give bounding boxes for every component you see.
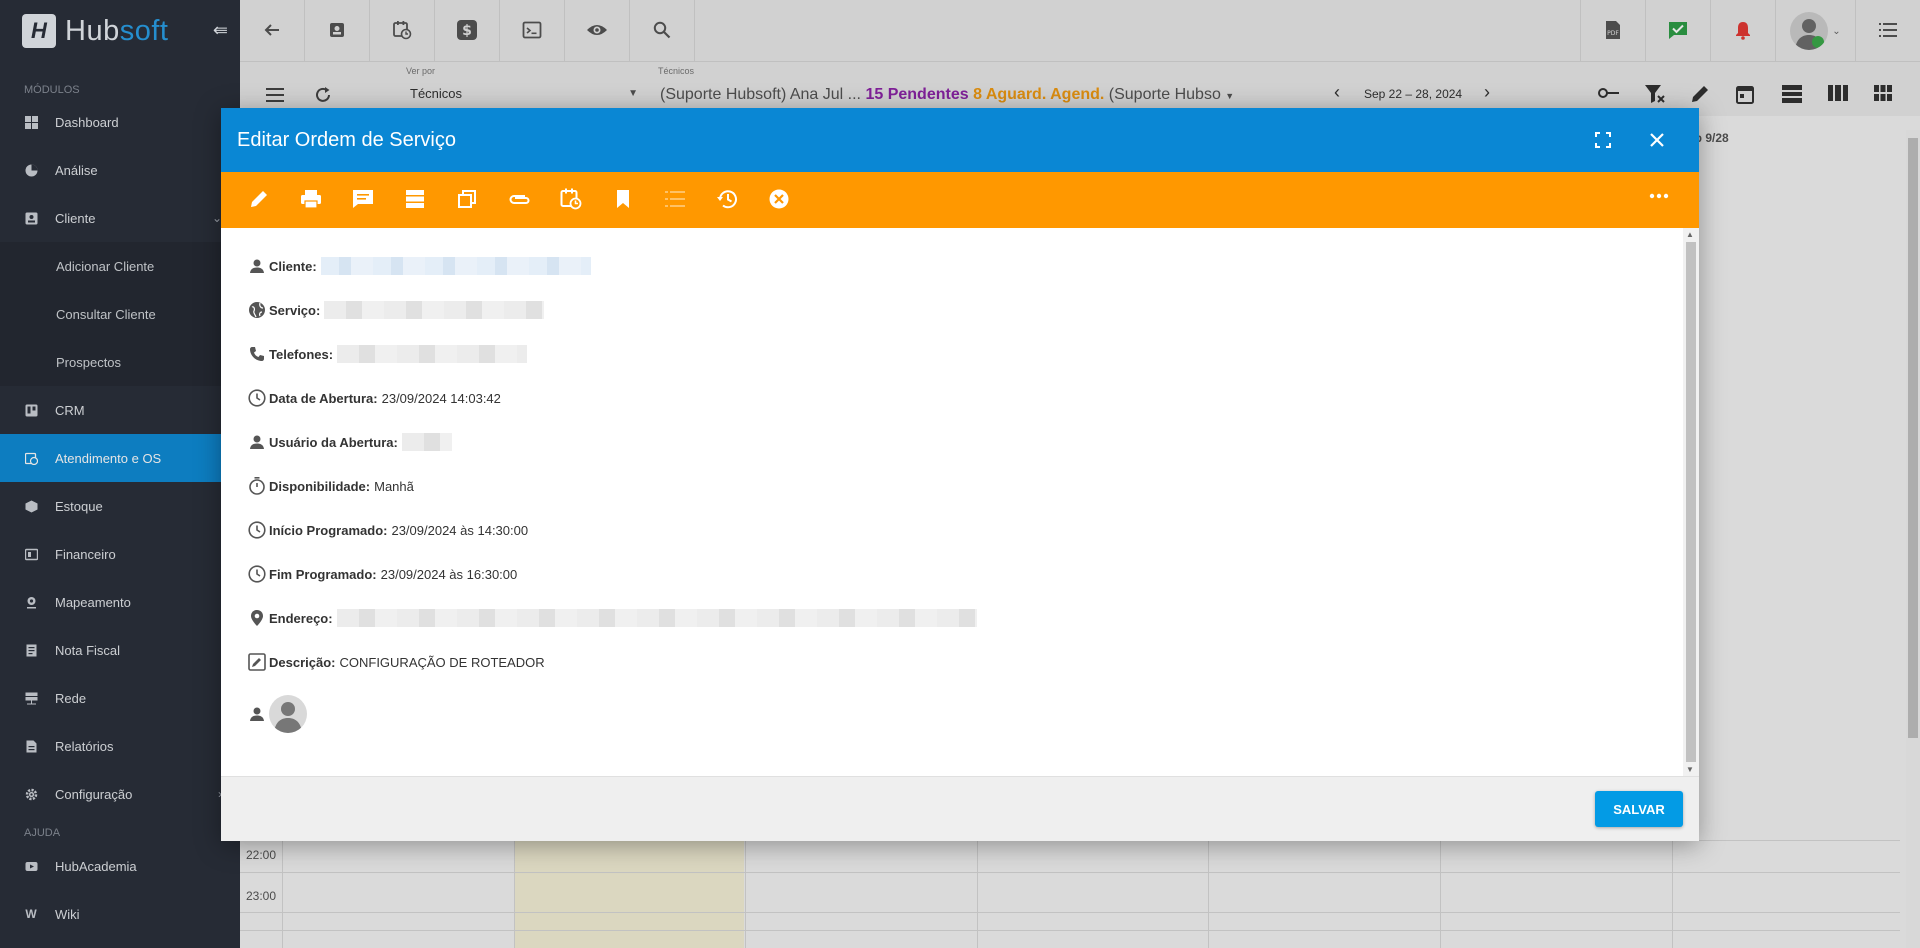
printer-icon xyxy=(300,189,322,212)
telefones-row: Telefones: xyxy=(247,343,528,365)
edit-button[interactable] xyxy=(233,180,285,220)
checklist-button[interactable] xyxy=(649,180,701,220)
inicio-programado-row: Início Programado: 23/09/2024 às 14:30:0… xyxy=(247,519,528,541)
person-icon xyxy=(247,432,267,452)
usuario-value-redacted xyxy=(401,433,452,451)
endereco-row: Endereço: xyxy=(247,607,977,629)
bookmark-icon xyxy=(616,189,630,212)
edit-service-order-modal: Editar Ordem de Serviço Cliente: Serviço… xyxy=(221,108,1699,841)
server-icon xyxy=(405,189,425,212)
servico-row: Serviço: xyxy=(247,299,545,321)
globe-icon xyxy=(247,300,267,320)
save-button[interactable]: SALVAR xyxy=(1595,791,1683,827)
scroll-thumb[interactable] xyxy=(1686,242,1696,762)
modal-scrollbar[interactable]: ▲ ▼ xyxy=(1683,228,1699,776)
clock-icon xyxy=(247,388,267,408)
data-abertura-row: Data de Abertura: 23/09/2024 14:03:42 xyxy=(247,387,501,409)
modal-header: Editar Ordem de Serviço xyxy=(221,108,1699,172)
cliente-value-redacted[interactable] xyxy=(320,257,591,275)
person-icon xyxy=(247,704,267,724)
cliente-row: Cliente: xyxy=(247,255,591,277)
calendar-clock-icon xyxy=(560,188,582,213)
copy-icon xyxy=(458,189,476,211)
fullscreen-icon[interactable] xyxy=(1589,126,1617,154)
paperclip-icon xyxy=(508,192,530,209)
attach-button[interactable] xyxy=(493,180,545,220)
checklist-icon xyxy=(665,190,685,211)
more-options-icon[interactable] xyxy=(1649,186,1669,202)
telefones-value-redacted xyxy=(337,345,528,363)
clock-icon xyxy=(247,520,267,540)
cancel-order-button[interactable] xyxy=(753,180,805,220)
close-icon[interactable] xyxy=(1643,126,1671,154)
fim-programado-row: Fim Programado: 23/09/2024 às 16:30:00 xyxy=(247,563,517,585)
servers-button[interactable] xyxy=(389,180,441,220)
print-button[interactable] xyxy=(285,180,337,220)
responsavel-row xyxy=(247,694,307,734)
close-circle-icon xyxy=(768,188,790,213)
scroll-down-icon[interactable]: ▼ xyxy=(1686,765,1694,774)
avatar[interactable] xyxy=(269,695,307,733)
phone-icon xyxy=(247,344,267,364)
descricao-row: Descrição: CONFIGURAÇÃO DE ROTEADOR xyxy=(247,651,545,673)
usuario-abertura-row: Usuário da Abertura: xyxy=(247,431,452,453)
edit-box-icon xyxy=(247,652,267,672)
modal-body: Cliente: Serviço: Telefones: Data de Abe… xyxy=(221,228,1683,776)
disponibilidade-row: Disponibilidade: Manhã xyxy=(247,475,414,497)
duplicate-button[interactable] xyxy=(441,180,493,220)
clock-icon xyxy=(247,564,267,584)
modal-title: Editar Ordem de Serviço xyxy=(237,128,456,151)
schedule-button[interactable] xyxy=(545,180,597,220)
servico-value-redacted xyxy=(324,301,545,319)
bookmark-button[interactable] xyxy=(597,180,649,220)
stopwatch-icon xyxy=(247,476,267,496)
pencil-icon xyxy=(249,189,269,212)
modal-action-toolbar xyxy=(221,172,1699,228)
history-icon xyxy=(716,188,738,213)
comment-icon xyxy=(352,189,374,212)
history-button[interactable] xyxy=(701,180,753,220)
scroll-up-icon[interactable]: ▲ xyxy=(1686,230,1694,239)
modal-footer: SALVAR xyxy=(221,776,1699,841)
person-icon xyxy=(247,256,267,276)
comment-button[interactable] xyxy=(337,180,389,220)
map-pin-icon xyxy=(247,608,267,628)
endereco-value-redacted xyxy=(336,609,977,627)
